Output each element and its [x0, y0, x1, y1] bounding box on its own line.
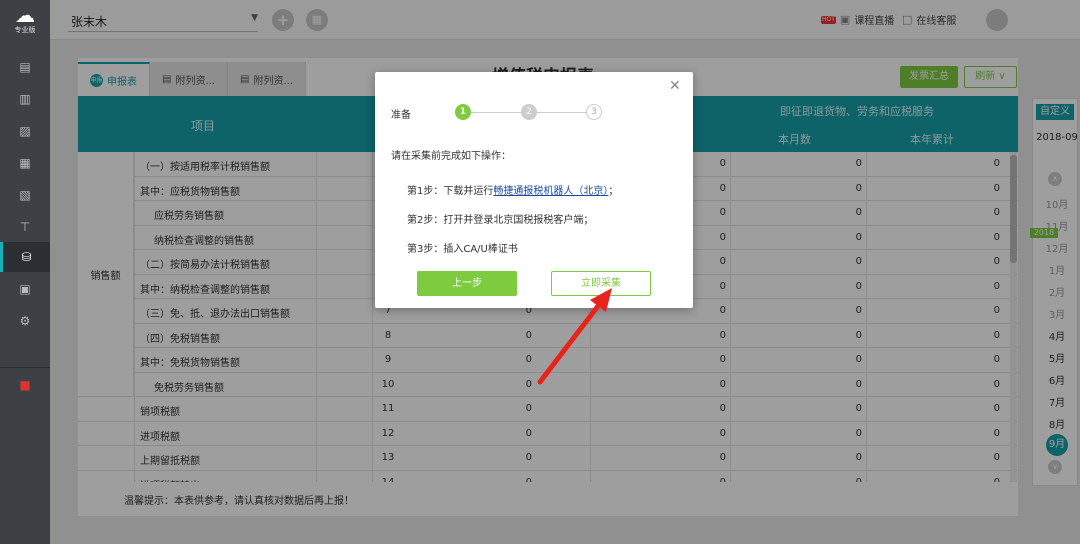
- red-arrow-annotation: [537, 288, 612, 385]
- arrow-shaft: [537, 303, 601, 385]
